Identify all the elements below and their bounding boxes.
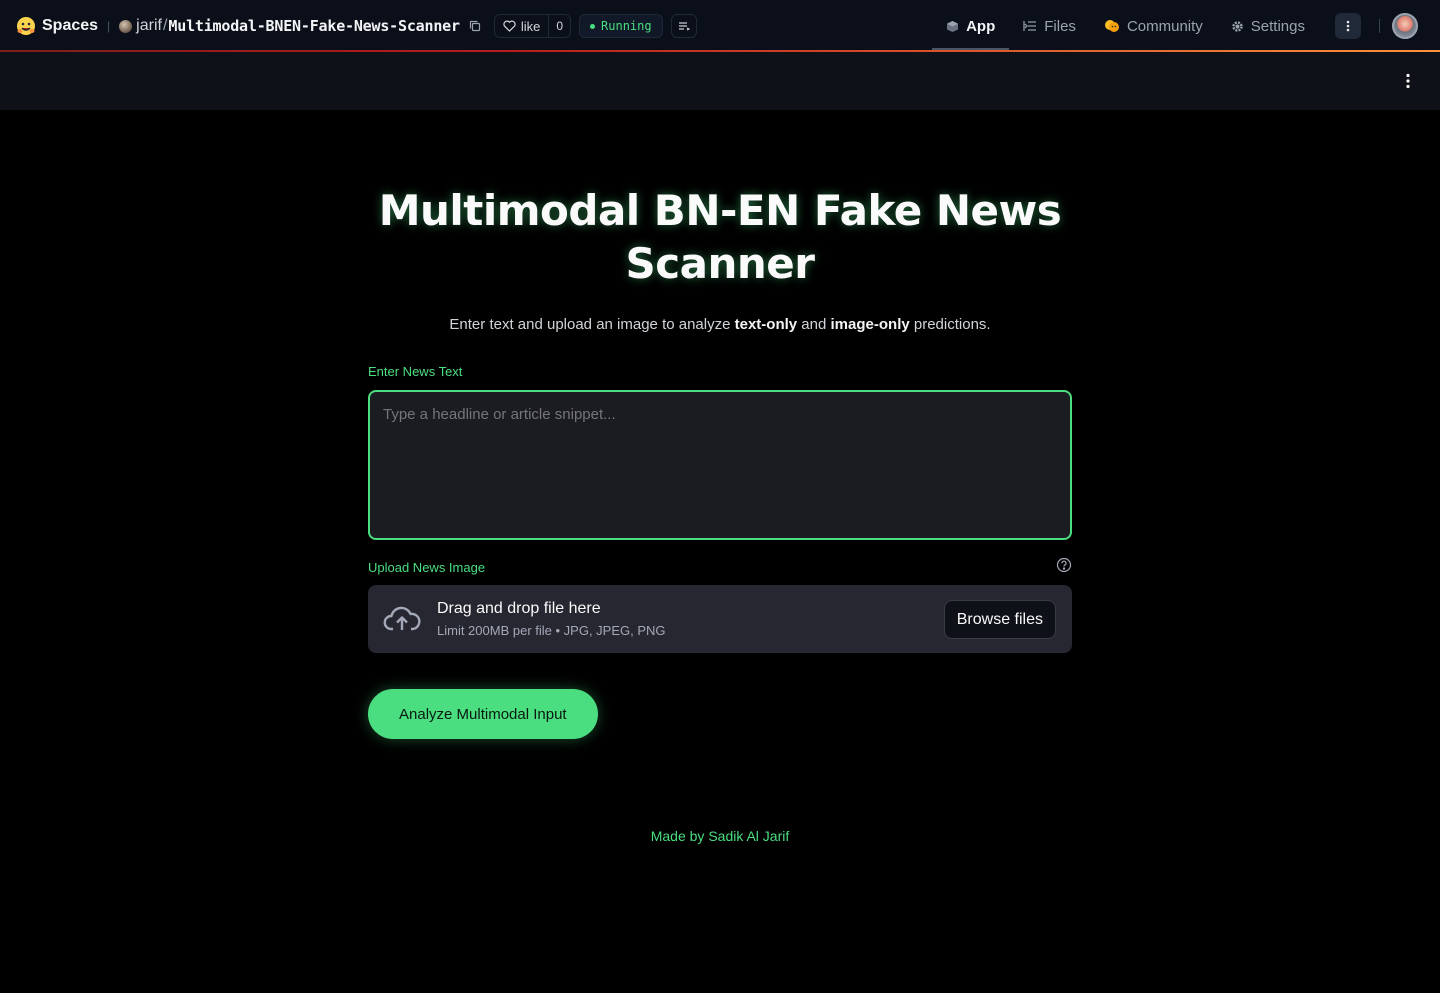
analyze-button[interactable]: Analyze Multimodal Input: [368, 689, 598, 739]
heart-icon: [503, 20, 516, 32]
dropzone-limit: Limit 200MB per file • JPG, JPEG, PNG: [437, 623, 666, 638]
file-dropzone[interactable]: Drag and drop file here Limit 200MB per …: [368, 585, 1072, 653]
status-label: Running: [601, 19, 652, 33]
tab-community[interactable]: Community: [1090, 0, 1217, 52]
user-avatar[interactable]: [1392, 13, 1418, 39]
gear-icon: [1232, 20, 1243, 32]
logs-button[interactable]: [670, 14, 697, 38]
more-options-button[interactable]: [1335, 13, 1361, 39]
path-slash: /: [162, 17, 168, 34]
kebab-icon: [1346, 20, 1350, 32]
spaces-link[interactable]: Spaces: [42, 17, 98, 35]
tab-files[interactable]: Files: [1009, 0, 1090, 52]
like-count[interactable]: 0: [548, 15, 570, 37]
hf-breadcrumb: Spaces | jarif / Multimodal-BNEN-Fake-Ne…: [0, 0, 697, 52]
tab-app-label: App: [966, 17, 996, 35]
community-icon: [1104, 20, 1119, 32]
subtitle-text-1: Enter text and upload an image to analyz…: [449, 316, 735, 333]
status-dot-icon: [590, 23, 596, 29]
cloud-upload-icon: [383, 604, 421, 634]
hugging-face-logo-icon[interactable]: [16, 16, 36, 36]
cube-icon: [947, 20, 959, 32]
news-text-label: Enter News Text: [368, 364, 463, 379]
logs-icon: [678, 22, 690, 31]
main-menu-button[interactable]: [1400, 72, 1416, 90]
tab-settings[interactable]: Settings: [1217, 0, 1319, 52]
hf-top-bar: Spaces | jarif / Multimodal-BNEN-Fake-Ne…: [0, 0, 1440, 52]
dropzone-title: Drag and drop file here: [437, 600, 601, 617]
subtitle-text-2: and: [797, 316, 831, 333]
page-subtitle: Enter text and upload an image to analyz…: [368, 316, 1072, 333]
copy-icon[interactable]: [468, 19, 482, 33]
tab-files-label: Files: [1044, 17, 1076, 35]
breadcrumb-separator: |: [107, 19, 111, 33]
browse-files-button[interactable]: Browse files: [943, 600, 1056, 639]
like-label: like: [520, 18, 541, 34]
subtitle-text-3: predictions.: [909, 316, 991, 333]
owner-link[interactable]: jarif: [136, 17, 162, 35]
subtitle-bold-text-only: text-only: [734, 316, 798, 333]
hf-tabs: App Files Community Settings: [932, 0, 1440, 52]
like-button[interactable]: like 0: [493, 14, 572, 38]
kebab-icon: [1406, 73, 1410, 89]
footer-credit: Made by Sadik Al Jarif: [650, 828, 790, 844]
news-text-input[interactable]: [368, 390, 1072, 540]
app-main: Multimodal BN-EN Fake News Scanner Enter…: [368, 110, 1072, 844]
subtitle-bold-image-only: image-only: [830, 316, 910, 333]
repo-name-link[interactable]: Multimodal-BNEN-Fake-News-Scanner: [168, 17, 460, 35]
owner-avatar[interactable]: [119, 19, 133, 33]
like-label-group: like: [495, 15, 549, 37]
tab-community-label: Community: [1126, 17, 1203, 35]
divider: [1379, 19, 1380, 33]
status-badge[interactable]: Running: [579, 14, 663, 38]
dropzone-text: Drag and drop file here Limit 200MB per …: [437, 600, 666, 638]
tab-settings-label: Settings: [1250, 17, 1305, 35]
help-icon[interactable]: [1056, 557, 1072, 573]
streamlit-header: [0, 52, 1440, 110]
upload-image-label: Upload News Image: [368, 560, 486, 575]
tab-app[interactable]: App: [932, 0, 1010, 52]
files-icon: [1023, 21, 1037, 31]
page-title: Multimodal BN-EN Fake News Scanner: [378, 186, 1062, 288]
